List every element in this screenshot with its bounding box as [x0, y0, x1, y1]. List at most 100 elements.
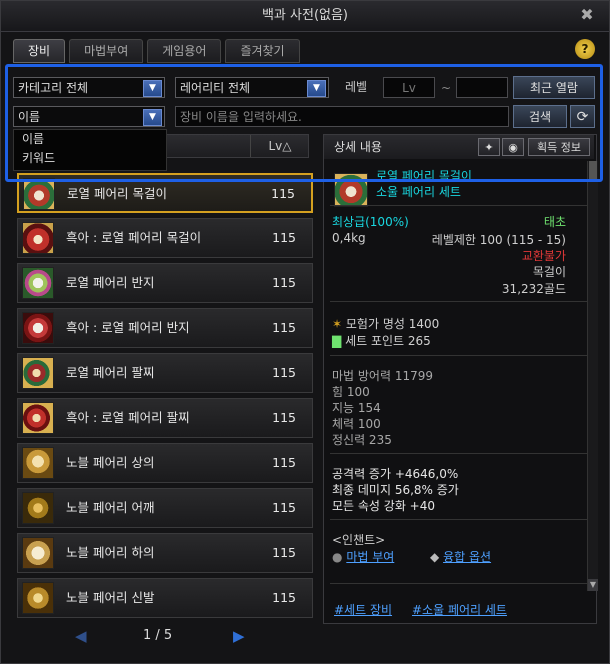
level-sort-header[interactable]: Lv△: [250, 135, 309, 157]
tab-favorites[interactable]: 즐겨찾기: [225, 39, 300, 63]
detail-scrollbar[interactable]: ▼: [587, 161, 598, 591]
rarity-select-value: 레어리티 전체: [180, 81, 251, 95]
effect-line: 최종 데미지 56,8% 증가: [332, 483, 459, 497]
effect-line: 모든 속성 강화 +40: [332, 499, 436, 513]
detail-panel: 상세 내용 ✦ ◉ 획득 정보 로열 페어리 목걸이 소울 페어리 세트 최상급…: [323, 134, 597, 624]
shoes-icon: [22, 582, 54, 614]
scroll-down-icon[interactable]: ▼: [588, 579, 598, 591]
list-item[interactable]: 로열 페어리 팔찌 115: [17, 353, 313, 393]
enchant-link[interactable]: ● 마법 부여: [332, 548, 394, 565]
chevron-down-icon: ▼: [307, 80, 326, 97]
level-to-input[interactable]: [456, 77, 508, 98]
ring-icon: [22, 312, 54, 344]
level-from-input[interactable]: Lv: [383, 77, 435, 98]
wings-icon[interactable]: ✦: [478, 138, 500, 156]
detail-item-icon: [334, 173, 368, 207]
eye-icon[interactable]: ◉: [502, 138, 524, 156]
book-icon: ▇: [332, 334, 342, 348]
stat-line: 마법 방어력 11799: [332, 369, 434, 383]
set-point-text: 세트 포인트 265: [345, 334, 431, 348]
equipment-list: 로열 페어리 목걸이 115 흑아 : 로열 페어리 목걸이 115 로열 페어…: [13, 161, 315, 618]
orb-icon: ●: [332, 550, 343, 564]
encyclopedia-window: 백과 사전(없음) ✖ 장비 마법부여 게임용어 즐겨찾기 ? 카테고리 전체 …: [0, 0, 610, 664]
tag-link[interactable]: #세트 장비: [334, 601, 392, 618]
item-level: 115: [271, 186, 295, 201]
item-name: 로열 페어리 반지: [66, 275, 155, 290]
window-title: 백과 사전(없음): [261, 8, 349, 23]
category-select[interactable]: 카테고리 전체 ▼: [13, 77, 165, 98]
detail-set-name: 소울 페어리 세트: [376, 185, 461, 199]
tab-bar: 장비 마법부여 게임용어 즐겨찾기: [13, 39, 300, 63]
list-item[interactable]: 노블 페어리 어깨 115: [17, 488, 313, 528]
item-level: 115: [272, 275, 296, 290]
bracelet-icon: [22, 357, 54, 389]
item-name: 노블 페어리 신발: [66, 590, 155, 605]
stat-line: 힘 100: [332, 385, 370, 399]
dropdown-option-name[interactable]: 이름: [14, 130, 166, 149]
level-label: 레벨: [345, 80, 368, 94]
list-item[interactable]: 노블 페어리 하의 115: [17, 533, 313, 573]
rarity-select[interactable]: 레어리티 전체 ▼: [175, 77, 329, 98]
list-item[interactable]: 로열 페어리 목걸이 115: [17, 173, 313, 213]
item-level: 115: [272, 230, 296, 245]
next-page-icon[interactable]: ▶: [233, 627, 245, 645]
diamond-icon: ◆: [430, 550, 440, 564]
shoulder-armor-icon: [22, 492, 54, 524]
item-level: 115: [272, 590, 296, 605]
ring-icon: [22, 267, 54, 299]
prev-page-icon[interactable]: ◀: [75, 627, 87, 645]
close-icon[interactable]: ✖: [577, 5, 597, 25]
level-separator: ~: [441, 81, 452, 95]
item-name: 노블 페어리 상의: [66, 455, 155, 470]
recent-view-button[interactable]: 최근 열람: [513, 76, 595, 99]
detail-level-limit: 레벨제한 100 (115 - 15): [431, 233, 566, 247]
list-item[interactable]: 노블 페어리 신발 115: [17, 578, 313, 618]
chevron-down-icon: ▼: [143, 109, 162, 126]
bottom-armor-icon: [22, 537, 54, 569]
detail-grade: 최상급(100%): [332, 215, 409, 229]
fusion-link[interactable]: ◆ 융합 옵션: [430, 548, 491, 565]
tab-game-terms[interactable]: 게임용어: [147, 39, 222, 63]
divider: [330, 519, 588, 520]
item-level: 115: [272, 500, 296, 515]
tag-link[interactable]: #소울 페어리 세트: [412, 601, 507, 618]
search-type-select[interactable]: 이름 ▼: [13, 106, 165, 127]
item-name: 로열 페어리 목걸이: [67, 186, 167, 201]
page-indicator: 1 / 5: [143, 628, 173, 643]
tab-enchant[interactable]: 마법부여: [69, 39, 144, 63]
detail-seal: 태초: [543, 215, 566, 229]
scroll-thumb[interactable]: [589, 161, 597, 181]
list-item[interactable]: 흑아 : 로열 페어리 반지 115: [17, 308, 313, 348]
detail-trade: 교환불가: [521, 249, 566, 263]
help-icon[interactable]: ?: [575, 39, 595, 59]
list-item[interactable]: 노블 페어리 상의 115: [17, 443, 313, 483]
search-button[interactable]: 검색: [513, 105, 567, 128]
item-level: 115: [272, 455, 296, 470]
list-item[interactable]: 로열 페어리 반지 115: [17, 263, 313, 303]
pagination: ◀ 1 / 5 ▶: [13, 625, 315, 647]
detail-type: 목걸이: [532, 265, 566, 279]
item-name: 로열 페어리 팔찌: [66, 365, 155, 380]
necklace-icon: [22, 222, 54, 254]
fusion-link-text: 융합 옵션: [443, 550, 492, 564]
tab-equipment[interactable]: 장비: [13, 39, 66, 63]
divider: [330, 301, 588, 302]
detail-header: 상세 내용 ✦ ◉ 획득 정보: [324, 135, 594, 159]
search-input[interactable]: 장비 이름을 입력하세요.: [175, 106, 509, 127]
refresh-icon[interactable]: ⟳: [570, 105, 595, 128]
detail-title: 상세 내용: [334, 140, 382, 154]
dropdown-option-keyword[interactable]: 키워드: [14, 149, 166, 168]
list-item[interactable]: 흑아 : 로열 페어리 목걸이 115: [17, 218, 313, 258]
window-titlebar[interactable]: 백과 사전(없음) ✖: [1, 1, 609, 32]
item-level: 115: [272, 410, 296, 425]
acquire-info-button[interactable]: 획득 정보: [528, 138, 590, 156]
stat-line: 체력 100: [332, 417, 381, 431]
item-level: 115: [272, 365, 296, 380]
detail-price: 31,232골드: [501, 282, 566, 296]
item-name: 흑아 : 로열 페어리 팔찌: [66, 410, 190, 425]
divider: [330, 453, 588, 454]
stat-line: 정신력 235: [332, 433, 392, 447]
item-name: 노블 페어리 어깨: [66, 500, 155, 515]
list-header: Lv△: [165, 134, 309, 158]
list-item[interactable]: 흑아 : 로열 페어리 팔찌 115: [17, 398, 313, 438]
